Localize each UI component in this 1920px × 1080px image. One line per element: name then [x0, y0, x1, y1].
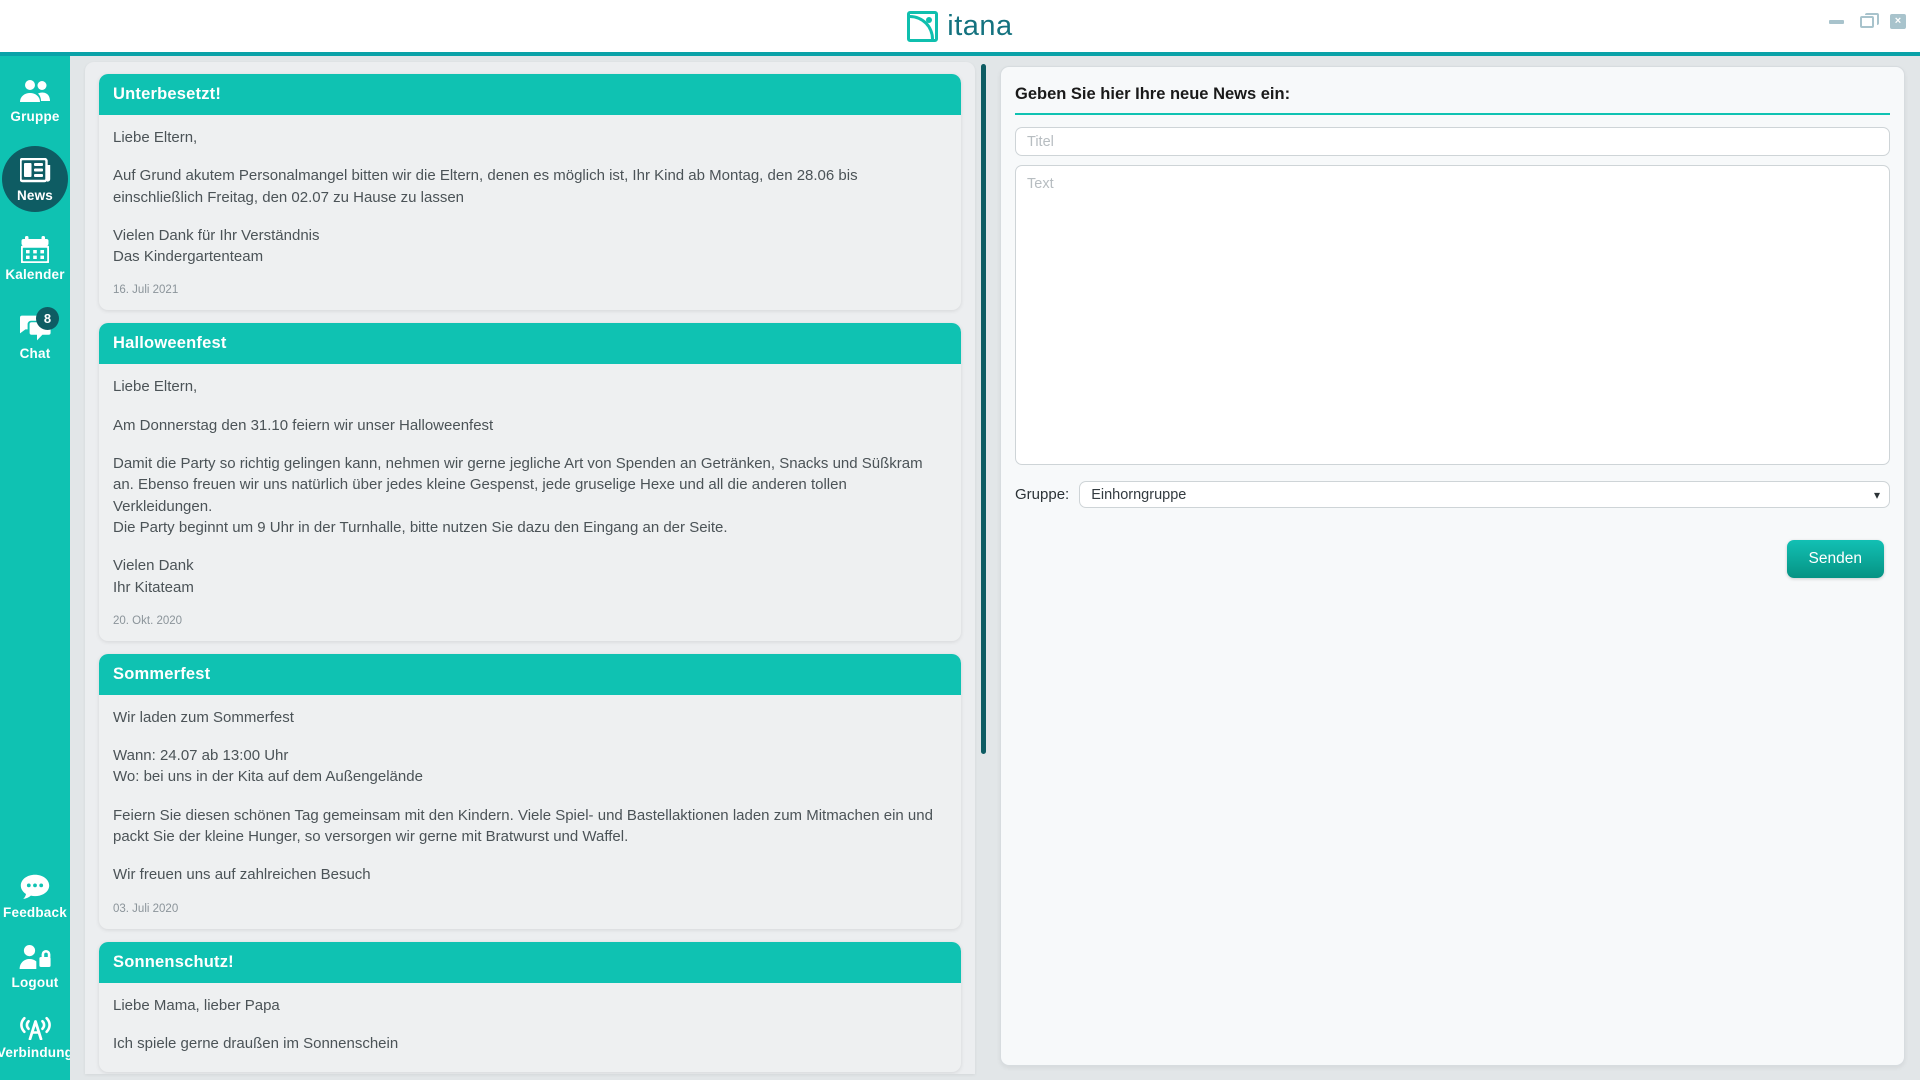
news-card[interactable]: Unterbesetzt! Liebe Eltern, Auf Grund ak…	[99, 74, 961, 311]
news-paragraph: Liebe Eltern,	[113, 378, 198, 396]
group-label: Gruppe:	[1015, 486, 1070, 503]
form-heading-rule	[1015, 113, 1890, 115]
news-card-title: Sonnenschutz!	[99, 941, 961, 983]
news-paragraph: Liebe Mama, lieber Papa	[113, 996, 280, 1014]
news-paragraph: Wann: 24.07 ab 13:00 Uhr Wo: bei uns in …	[113, 747, 423, 786]
close-icon[interactable]: ×	[1890, 14, 1906, 29]
news-paragraph: Liebe Eltern,	[113, 129, 198, 146]
chat-unread-badge: 8	[36, 307, 59, 330]
chat-icon: 8	[17, 307, 59, 343]
news-card[interactable]: Sommerfest Wir laden zum Sommerfest Wann…	[99, 653, 961, 929]
sidebar-label-logout: Logout	[11, 975, 59, 990]
group-select-wrapper: Einhorngruppe ▾	[1079, 481, 1890, 508]
sidebar: Gruppe News Kalender 8 Chat Feedback Log…	[0, 56, 74, 1080]
news-card-body: Liebe Mama, lieber Papa Ich spiele gerne…	[99, 983, 961, 1073]
news-paragraph: Wir laden zum Sommerfest	[113, 708, 294, 726]
sidebar-item-verbindung[interactable]: Verbindung	[0, 1008, 74, 1064]
news-paragraph: Vielen Dank für Ihr Verständnis Das Kind…	[113, 226, 320, 266]
calendar-icon	[18, 234, 52, 264]
sidebar-item-chat[interactable]: 8 Chat	[0, 307, 70, 365]
sidebar-label-chat: Chat	[19, 346, 51, 361]
sidebar-item-logout[interactable]: Logout	[0, 938, 70, 994]
news-paragraph: Damit die Party so richtig gelingen kann…	[113, 455, 923, 536]
news-paragraph: Vielen Dank Ihr Kitateam	[113, 557, 194, 596]
news-list: Unterbesetzt! Liebe Eltern, Auf Grund ak…	[85, 62, 975, 1073]
news-text-input[interactable]	[1015, 165, 1890, 465]
news-card-title: Halloweenfest	[99, 323, 961, 365]
sidebar-item-gruppe[interactable]: Gruppe	[0, 72, 70, 128]
news-card-date: 03. Juli 2020	[113, 902, 179, 915]
news-paragraph: Am Donnerstag den 31.10 feiern wir unser…	[113, 416, 494, 434]
app-logo: itana	[907, 10, 1012, 43]
title-bar: itana ×	[0, 0, 1920, 52]
window-controls: ×	[1829, 12, 1906, 29]
news-card[interactable]: Sonnenschutz! Liebe Mama, lieber Papa Ic…	[99, 941, 961, 1073]
sidebar-label-feedback: Feedback	[3, 905, 67, 920]
news-title-input[interactable]	[1015, 127, 1890, 156]
news-list-panel: Unterbesetzt! Liebe Eltern, Auf Grund ak…	[85, 62, 975, 1074]
sidebar-item-kalender[interactable]: Kalender	[0, 230, 70, 286]
news-card-date: 16. Juli 2021	[113, 284, 179, 297]
sidebar-label-gruppe: Gruppe	[10, 109, 60, 124]
new-news-form-panel: Geben Sie hier Ihre neue News ein: Grupp…	[1000, 66, 1905, 1066]
news-paragraph: Ich spiele gerne draußen im Sonnenschein	[113, 1034, 399, 1052]
news-card[interactable]: Halloweenfest Liebe Eltern, Am Donnersta…	[99, 323, 961, 641]
speech-bubble-icon	[18, 872, 52, 902]
antenna-icon	[18, 1012, 52, 1042]
news-paragraph: Wir freuen uns auf zahlreichen Besuch	[113, 866, 371, 884]
submit-row: Senden	[1015, 540, 1890, 578]
news-list-column: Unterbesetzt! Liebe Eltern, Auf Grund ak…	[70, 56, 990, 1080]
news-scrollbar-thumb[interactable]	[981, 64, 986, 754]
news-scrollbar-track[interactable]	[978, 56, 990, 1080]
itana-logo-icon	[907, 10, 939, 42]
group-selector-row: Gruppe: Einhorngruppe ▾	[1015, 481, 1890, 508]
users-icon	[18, 76, 52, 106]
minimize-icon[interactable]	[1829, 19, 1844, 24]
form-heading: Geben Sie hier Ihre neue News ein:	[1015, 85, 1291, 103]
news-icon	[18, 155, 52, 185]
app-brand-name: itana	[947, 9, 1013, 42]
news-card-body: Liebe Eltern, Am Donnerstag den 31.10 fe…	[99, 364, 961, 640]
sidebar-label-news: News	[16, 188, 54, 203]
app-body: Gruppe News Kalender 8 Chat Feedback Log…	[0, 56, 1920, 1080]
group-select[interactable]: Einhorngruppe	[1079, 481, 1890, 508]
news-card-title: Sommerfest	[99, 653, 961, 695]
user-lock-icon	[18, 942, 52, 972]
sidebar-item-news[interactable]: News	[0, 151, 70, 207]
sidebar-item-feedback[interactable]: Feedback	[0, 868, 70, 924]
sidebar-label-kalender: Kalender	[5, 267, 65, 282]
sidebar-label-verbindung: Verbindung	[0, 1045, 74, 1060]
news-paragraph: Auf Grund akutem Personalmangel bitten w…	[113, 167, 858, 206]
send-button[interactable]: Senden	[1786, 540, 1884, 578]
news-paragraph: Feiern Sie diesen schönen Tag gemeinsam …	[113, 806, 933, 846]
news-card-body: Wir laden zum Sommerfest Wann: 24.07 ab …	[99, 695, 961, 929]
news-card-date: 20. Okt. 2020	[113, 614, 183, 627]
news-card-body: Liebe Eltern, Auf Grund akutem Personalm…	[99, 115, 961, 310]
news-card-title: Unterbesetzt!	[99, 74, 961, 115]
restore-icon[interactable]	[1860, 12, 1879, 28]
